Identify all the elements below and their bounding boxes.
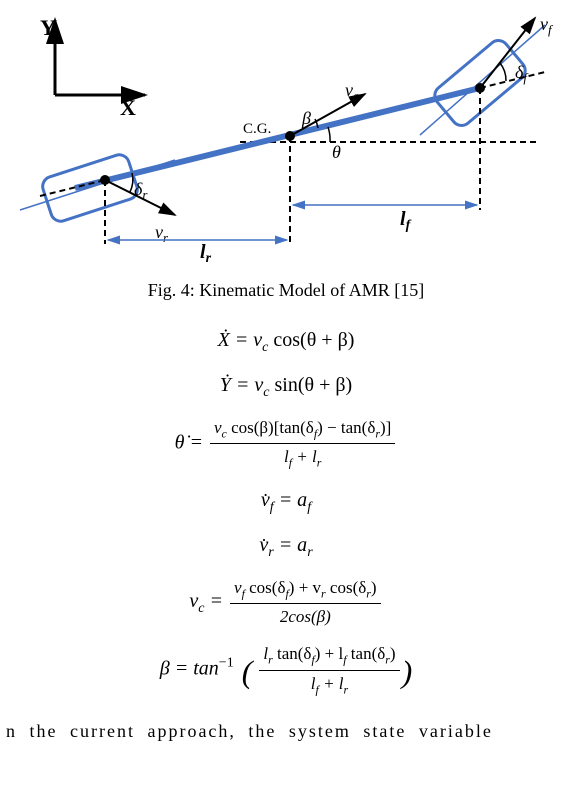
vf-label: vf xyxy=(540,14,554,37)
eq-beta: β = tan−1 ( lr tan(δf) + lf tan(δr) lf +… xyxy=(0,641,572,699)
figure-caption: Fig. 4: Kinematic Model of AMR [15] xyxy=(0,280,572,301)
lf-label: lf xyxy=(400,208,412,233)
equation-block: Ẋ = vc cos(θ + β) Ẏ = vc sin(θ + β) θ̇ =… xyxy=(0,325,572,699)
kinematic-diagram-svg: Y X C.G. vc β θ vf δf xyxy=(0,0,572,270)
eq-vfdot: v̇f = af xyxy=(0,485,572,518)
eq-vc: vc = vf cos(δf) + vr cos(δr) 2cos(β) xyxy=(0,575,572,630)
lr-label: lr xyxy=(200,241,212,266)
theta-label: θ xyxy=(332,142,341,162)
cg-label: C.G. xyxy=(243,121,271,137)
vc-label: vc xyxy=(345,80,359,103)
beta-label: β xyxy=(301,108,311,128)
body-text-fragment: n the current approach, the system state… xyxy=(0,711,572,742)
eq-vrdot: v̇r = ar xyxy=(0,530,572,563)
eq-ydot: Ẏ = vc sin(θ + β) xyxy=(0,370,572,403)
figure-diagram: Y X C.G. vc β θ vf δf xyxy=(0,0,572,270)
axis-x-label: X xyxy=(120,95,136,120)
delta-f-label: δf xyxy=(515,62,529,85)
delta-r-label: δr xyxy=(134,179,148,202)
axis-y-label: Y xyxy=(40,15,56,40)
vr-label: vr xyxy=(155,222,169,245)
eq-xdot: Ẋ = vc cos(θ + β) xyxy=(0,325,572,358)
eq-thetadot: θ̇ = vc cos(β)[tan(δf) − tan(δr)] lf + l… xyxy=(0,415,572,473)
